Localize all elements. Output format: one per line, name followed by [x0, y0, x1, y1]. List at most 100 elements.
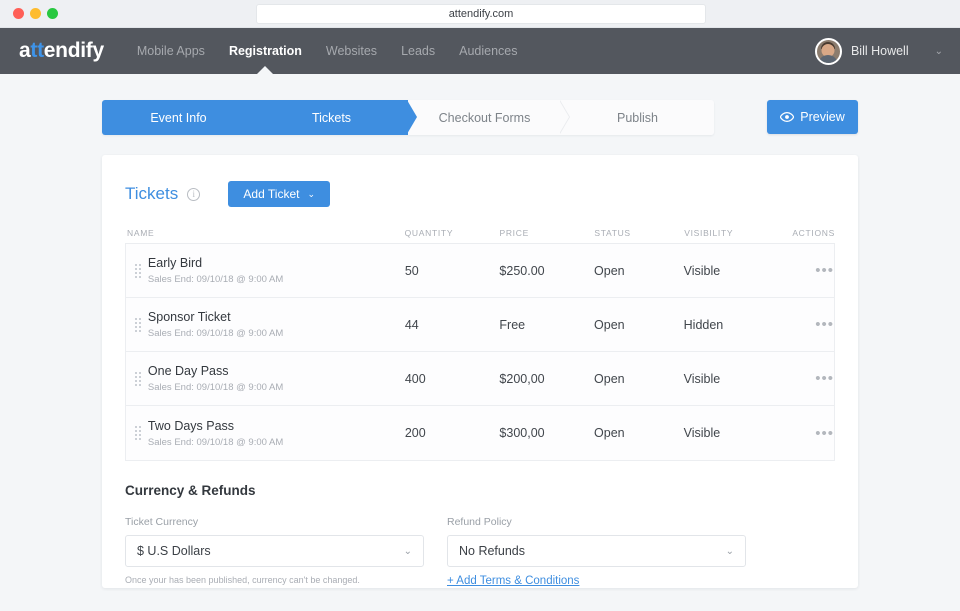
preview-button-label: Preview — [800, 110, 844, 124]
ticket-name: Two Days Pass — [148, 419, 405, 433]
tickets-table: NAME QUANTITY PRICE STATUS VISIBILITY AC… — [125, 222, 835, 461]
ticket-name: Sponsor Ticket — [148, 310, 405, 324]
ticket-sales-end: Sales End: 09/10/18 @ 9:00 AM — [148, 274, 405, 285]
avatar-body — [818, 55, 838, 65]
page-body: Event Info Tickets Checkout Forms Publis… — [0, 74, 960, 611]
table-row[interactable]: Two Days Pass Sales End: 09/10/18 @ 9:00… — [126, 406, 834, 460]
nav-label: Registration — [229, 44, 302, 58]
logo-part-2: tt — [30, 39, 43, 62]
ticket-currency-field: Ticket Currency $ U.S Dollars ⌄ Once you… — [125, 516, 424, 589]
ticket-currency-select[interactable]: $ U.S Dollars ⌄ — [125, 535, 424, 567]
user-name: Bill Howell — [851, 44, 909, 58]
drag-handle-icon[interactable] — [128, 318, 148, 332]
add-ticket-button[interactable]: Add Ticket ⌄ — [228, 181, 330, 207]
step-label: Checkout Forms — [439, 111, 531, 125]
drag-handle-icon[interactable] — [128, 426, 148, 440]
ticket-name: One Day Pass — [148, 364, 405, 378]
wizard-steps: Event Info Tickets Checkout Forms Publis… — [102, 100, 714, 135]
chevron-down-icon: ⌄ — [726, 546, 734, 557]
add-terms-conditions-link[interactable]: + Add Terms & Conditions — [447, 575, 579, 587]
logo-part-3: endify — [44, 39, 104, 62]
cell-quantity: 44 — [405, 318, 500, 332]
cell-name: Early Bird Sales End: 09/10/18 @ 9:00 AM — [148, 256, 405, 285]
table-row[interactable]: One Day Pass Sales End: 09/10/18 @ 9:00 … — [126, 352, 834, 406]
attendify-logo[interactable]: attendify — [19, 39, 104, 63]
refund-policy-value: No Refunds — [459, 544, 525, 558]
row-actions-button[interactable]: ••• — [815, 425, 834, 442]
step-label: Publish — [617, 111, 658, 125]
maximize-window-button[interactable] — [47, 8, 58, 19]
nav-item-websites[interactable]: Websites — [326, 28, 377, 74]
column-header-name: NAME — [127, 228, 405, 238]
ticket-currency-value: $ U.S Dollars — [137, 544, 211, 558]
drag-handle-icon[interactable] — [128, 264, 148, 278]
wizard-steps-row: Event Info Tickets Checkout Forms Publis… — [102, 100, 858, 135]
ticket-currency-label: Ticket Currency — [125, 516, 424, 528]
avatar — [815, 38, 842, 65]
drag-handle-icon[interactable] — [128, 372, 148, 386]
refund-policy-label: Refund Policy — [447, 516, 746, 528]
cell-visibility: Visible — [684, 426, 789, 440]
table-row[interactable]: Sponsor Ticket Sales End: 09/10/18 @ 9:0… — [126, 298, 834, 352]
cell-status: Open — [594, 426, 684, 440]
nav-item-audiences[interactable]: Audiences — [459, 28, 517, 74]
cell-status: Open — [594, 318, 684, 332]
step-checkout-forms[interactable]: Checkout Forms — [408, 100, 561, 135]
nav-item-mobile-apps[interactable]: Mobile Apps — [137, 28, 205, 74]
table-body: Early Bird Sales End: 09/10/18 @ 9:00 AM… — [125, 244, 835, 461]
nav-item-leads[interactable]: Leads — [401, 28, 435, 74]
tickets-title-row: Tickets i Add Ticket ⌄ — [102, 155, 858, 207]
nav-item-registration[interactable]: Registration — [229, 28, 302, 74]
ticket-sales-end: Sales End: 09/10/18 @ 9:00 AM — [148, 382, 405, 393]
browser-chrome: attendify.com — [0, 0, 960, 28]
cell-quantity: 50 — [405, 264, 500, 278]
currency-fields: Ticket Currency $ U.S Dollars ⌄ Once you… — [125, 516, 835, 589]
url-text: attendify.com — [449, 8, 514, 20]
logo-part-1: a — [19, 39, 30, 62]
row-actions-button[interactable]: ••• — [815, 316, 834, 333]
nav-label: Leads — [401, 44, 435, 58]
column-header-price: PRICE — [499, 228, 594, 238]
close-window-button[interactable] — [13, 8, 24, 19]
column-header-visibility: VISIBILITY — [684, 228, 789, 238]
step-tickets[interactable]: Tickets — [255, 100, 408, 135]
column-header-quantity: QUANTITY — [405, 228, 500, 238]
info-icon[interactable]: i — [187, 188, 200, 201]
ticket-sales-end: Sales End: 09/10/18 @ 9:00 AM — [148, 437, 405, 448]
step-event-info[interactable]: Event Info — [102, 100, 255, 135]
minimize-window-button[interactable] — [30, 8, 41, 19]
cell-price: $250.00 — [499, 264, 594, 278]
ticket-currency-helper-text: Once your has been published, currency c… — [125, 575, 424, 585]
step-divider-fill-icon — [559, 100, 569, 134]
traffic-lights — [0, 8, 58, 19]
add-ticket-label: Add Ticket — [243, 187, 299, 201]
row-actions-button[interactable]: ••• — [815, 370, 834, 387]
url-input[interactable]: attendify.com — [256, 4, 706, 24]
nav-label: Mobile Apps — [137, 44, 205, 58]
step-arrow-icon — [407, 100, 417, 134]
main-nav: Mobile Apps Registration Websites Leads … — [137, 28, 518, 74]
chevron-down-icon[interactable]: ⌄ — [935, 46, 943, 57]
cell-visibility: Visible — [684, 372, 789, 386]
preview-button[interactable]: Preview — [767, 100, 858, 134]
section-title: Currency & Refunds — [125, 483, 835, 498]
chevron-down-icon: ⌄ — [404, 546, 412, 557]
ticket-name: Early Bird — [148, 256, 405, 270]
cell-price: Free — [499, 318, 594, 332]
nav-label: Websites — [326, 44, 377, 58]
row-actions-button[interactable]: ••• — [815, 262, 834, 279]
nav-label: Audiences — [459, 44, 517, 58]
table-row[interactable]: Early Bird Sales End: 09/10/18 @ 9:00 AM… — [126, 244, 834, 298]
step-publish[interactable]: Publish — [561, 100, 714, 135]
step-label: Event Info — [150, 111, 206, 125]
user-menu[interactable]: Bill Howell ⌄ — [815, 28, 943, 74]
tickets-card: Tickets i Add Ticket ⌄ NAME QUANTITY PRI… — [102, 155, 858, 588]
cell-price: $300,00 — [499, 426, 594, 440]
refund-policy-select[interactable]: No Refunds ⌄ — [447, 535, 746, 567]
cell-visibility: Hidden — [684, 318, 789, 332]
app-header: attendify Mobile Apps Registration Websi… — [0, 28, 960, 74]
column-header-status: STATUS — [594, 228, 684, 238]
chevron-down-icon: ⌄ — [307, 189, 315, 200]
table-header-row: NAME QUANTITY PRICE STATUS VISIBILITY AC… — [125, 222, 835, 244]
column-header-actions: ACTIONS — [789, 228, 835, 238]
